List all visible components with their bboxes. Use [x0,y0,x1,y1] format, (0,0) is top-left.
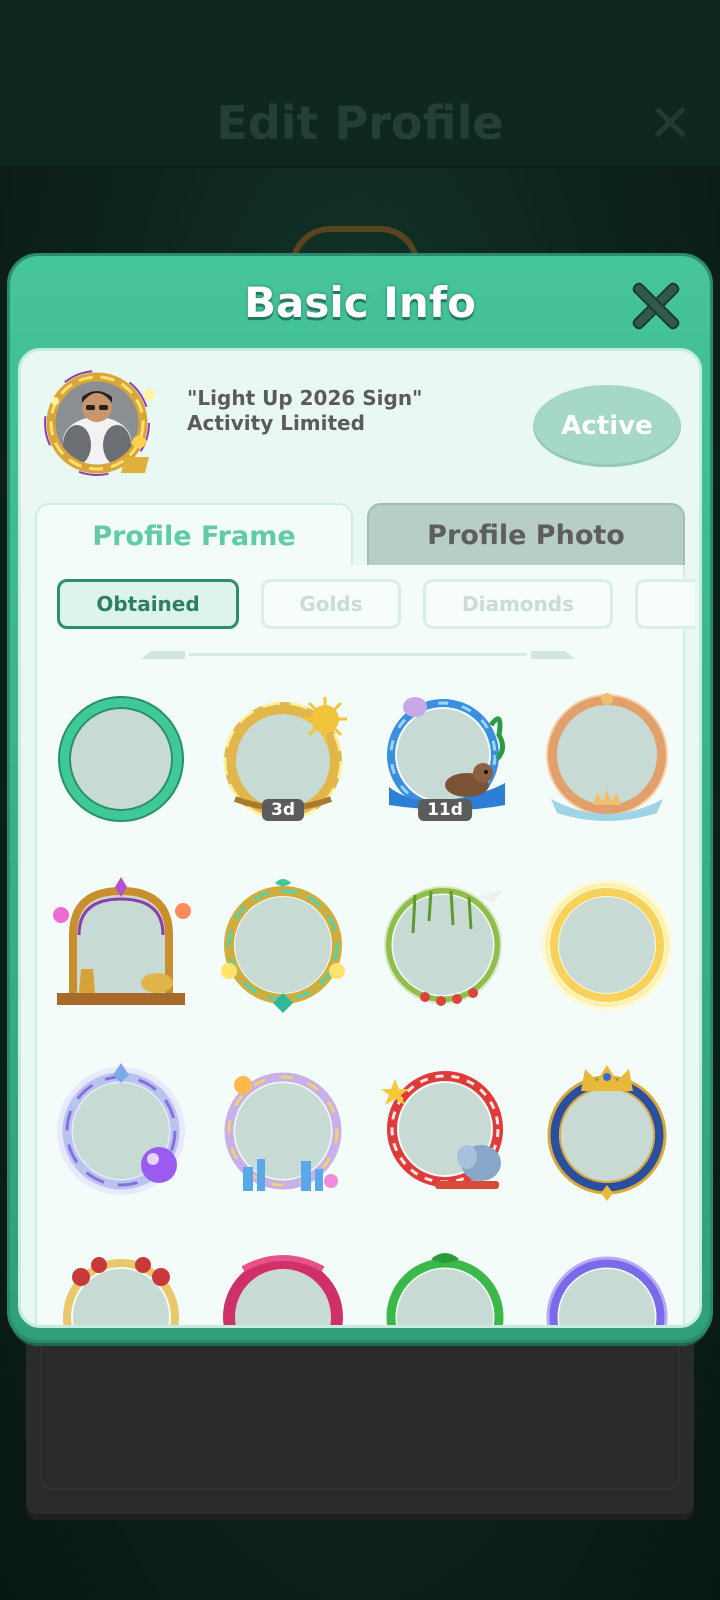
frame-item[interactable]: 3d [213,689,353,829]
frames-panel: Obtained Golds Diamonds 3d 11d [35,565,695,1325]
time-left-badge: 11d [418,799,472,821]
crystal-orb-frame-icon [57,1063,185,1195]
pink-ribbon-frame-icon [223,1255,343,1325]
frame-item[interactable] [51,689,191,829]
frame-item[interactable]: 11d [375,689,515,829]
frame-item[interactable] [537,689,677,829]
frame-item[interactable] [375,1247,515,1325]
frame-item[interactable] [51,1247,191,1325]
red-roses-frame-icon [63,1257,179,1325]
green-leaf-frame-icon [386,1253,504,1325]
jade-gold-frame-icon [221,879,345,1013]
frame-item[interactable] [213,1247,353,1325]
royal-blue-crown-frame-icon [547,1065,667,1201]
frame-name: "Light Up 2026 Sign" [187,386,423,410]
modal-content: "Light Up 2026 Sign" Activity Limited Ac… [18,348,702,1328]
background-close-icon: ✕ [648,94,692,154]
time-left-badge: 3d [262,799,304,821]
frame-item[interactable] [213,1061,353,1201]
frame-item[interactable] [213,875,353,1015]
filter-obtained[interactable]: Obtained [57,579,239,629]
modal-title: Basic Info [244,278,476,327]
golden-glow-frame-icon [541,879,673,1011]
neon-violet-frame-icon [546,1256,668,1325]
frame-source: Activity Limited [187,411,365,435]
tab-profile-photo[interactable]: Profile Photo [367,503,685,567]
frame-item[interactable] [375,875,515,1015]
vine-bird-frame-icon [384,886,503,1006]
rose-gold-crown-frame-icon [546,693,668,821]
background-lower-inner [40,1330,680,1490]
filter-scrollbar[interactable] [141,651,575,659]
frames-grid: 3d 11d [37,681,687,1325]
frame-item[interactable] [537,1247,677,1325]
frame-item[interactable] [51,875,191,1015]
frame-item[interactable] [537,1061,677,1201]
basic-info-modal: Basic Info "Light Up 2026 Sign" Activity… [10,256,710,1340]
filter-golds[interactable]: Golds [261,579,401,629]
city-fireworks-frame-icon [224,1072,342,1191]
plain-green-ring-frame-icon [58,696,184,822]
circus-elephant-frame-icon [381,1071,503,1189]
active-button[interactable]: Active [533,385,681,467]
frame-item[interactable] [375,1061,515,1201]
frame-item[interactable] [51,1061,191,1201]
filter-more[interactable] [635,579,695,629]
tab-profile-frame[interactable]: Profile Frame [35,503,353,567]
lantern-arch-frame-icon [53,877,191,1005]
frame-item[interactable] [537,875,677,1015]
close-icon[interactable] [628,278,684,334]
background-title: Edit Profile [216,96,504,150]
filter-diamonds[interactable]: Diamonds [423,579,613,629]
current-frame-icon [44,370,155,476]
avatar [37,365,165,483]
